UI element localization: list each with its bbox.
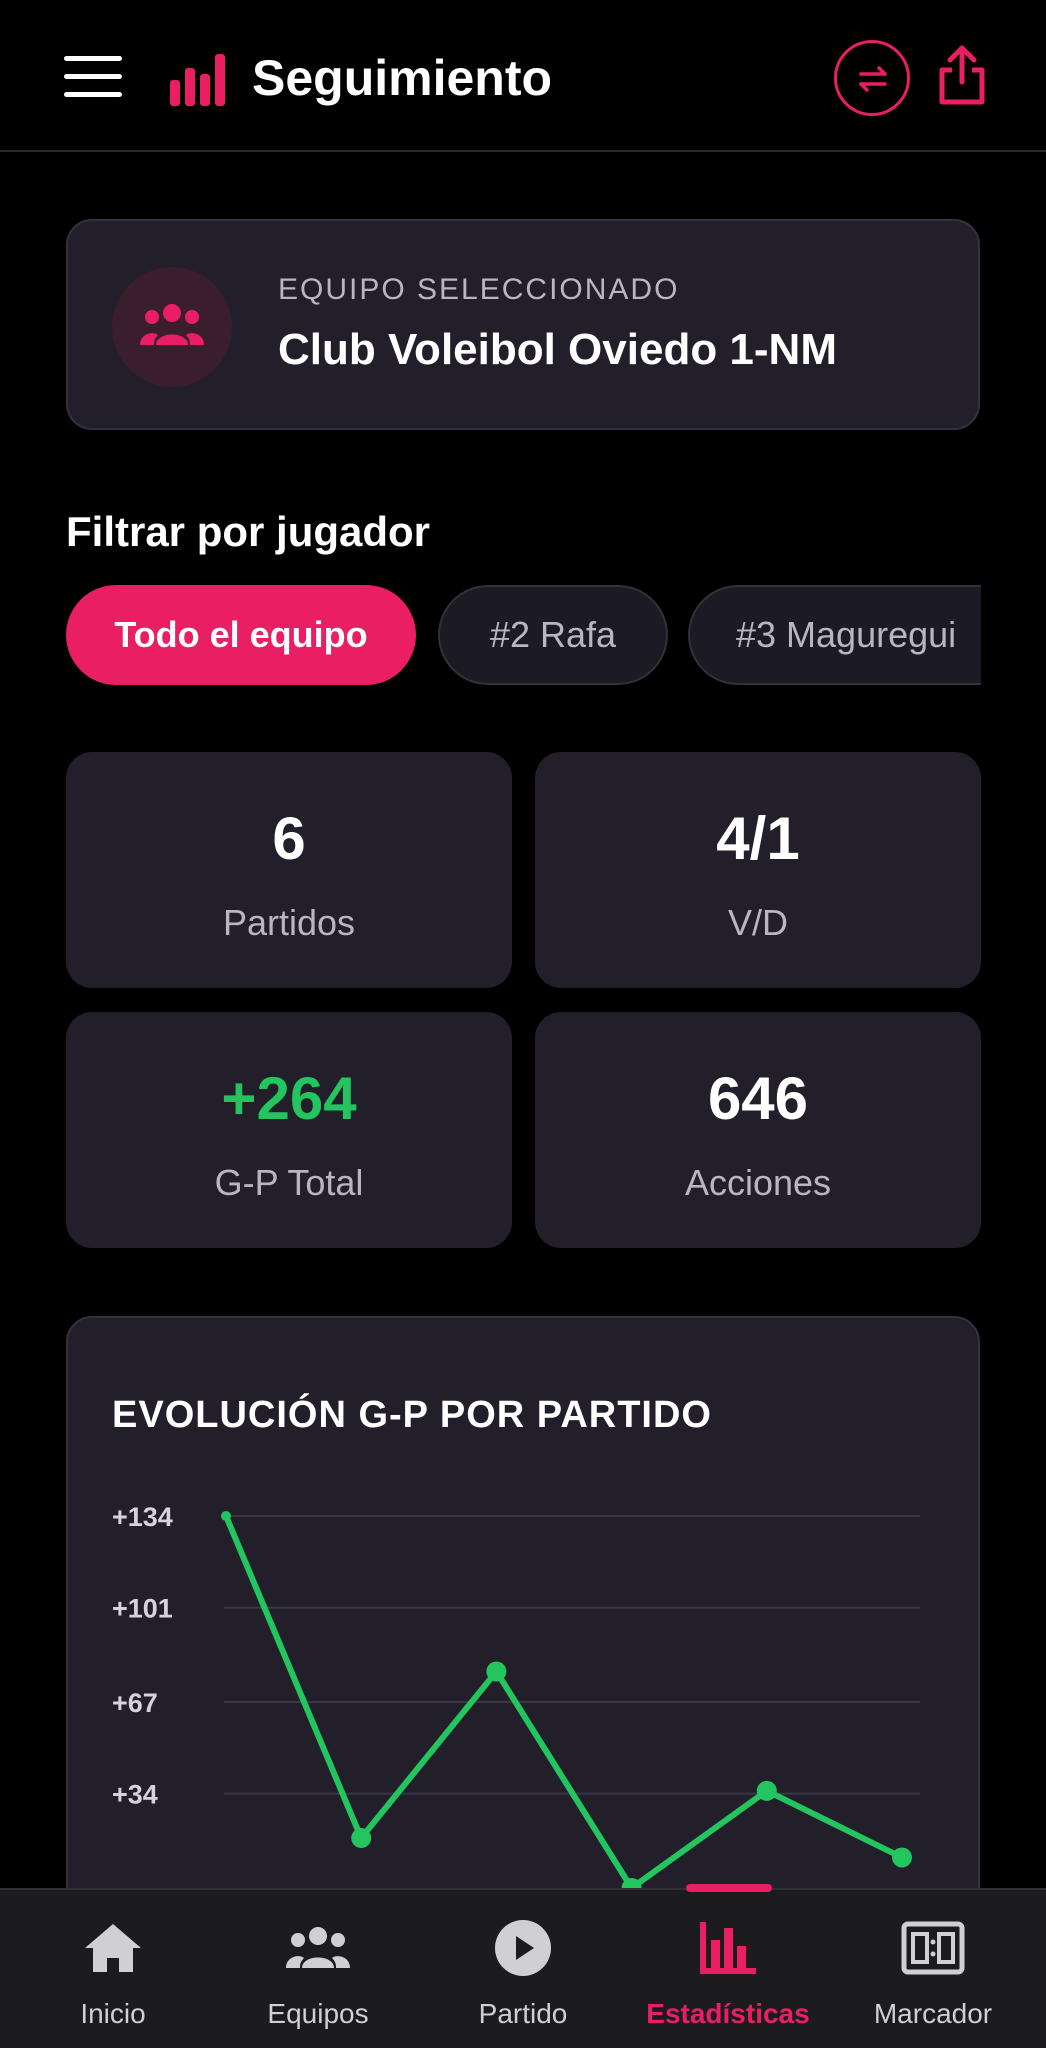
chip-player-3[interactable]: #3 Maguregui <box>688 585 981 685</box>
stat-label: G-P Total <box>214 1162 364 1203</box>
stat-value: 646 <box>707 1065 809 1132</box>
data-point[interactable] <box>351 1828 372 1849</box>
bar-chart-icon <box>170 54 225 106</box>
data-point[interactable] <box>221 1511 231 1521</box>
nav-label: Inicio <box>80 1998 146 2029</box>
nav-item-partido[interactable]: Partido <box>423 1890 623 2048</box>
stat-label: Partidos <box>222 902 356 943</box>
player-filter-chips: Todo el equipo #2 Rafa #3 Maguregui <box>66 585 981 685</box>
filter-title: Filtrar por jugador <box>66 508 431 555</box>
y-tick-label: +34 <box>112 1780 158 1810</box>
y-tick-label: +101 <box>112 1594 173 1624</box>
team-avatar <box>112 267 232 387</box>
swap-button[interactable] <box>834 40 910 116</box>
scoreboard-icon <box>901 1921 965 1975</box>
team-name: Club Voleibol Oviedo 1-NM <box>278 325 837 374</box>
stat-value: 4/1 <box>716 805 800 872</box>
menu-icon[interactable] <box>64 56 122 97</box>
stat-label: Acciones <box>684 1162 832 1203</box>
stat-value: +264 <box>221 1065 357 1132</box>
nav-label: Estadísticas <box>646 1998 810 2029</box>
stat-card-vd: 4/1 V/D <box>535 752 981 988</box>
nav-label: Equipos <box>267 1998 369 2029</box>
group-icon <box>140 304 204 345</box>
data-point[interactable] <box>892 1847 912 1868</box>
data-point[interactable] <box>756 1780 777 1801</box>
nav-item-equipos[interactable]: Equipos <box>218 1890 418 2048</box>
stat-card-acciones: 646 Acciones <box>535 1012 981 1248</box>
stat-label: V/D <box>727 902 788 943</box>
home-icon <box>85 1924 141 1972</box>
app-header: Seguimiento <box>0 0 1046 152</box>
gp-evolution-chart-card: EVOLUCIÓN G-P POR PARTIDO +134 +101 +67 +34 <box>66 1316 980 1956</box>
swap-icon <box>859 66 887 92</box>
play-icon <box>495 1920 551 1976</box>
nav-item-inicio[interactable]: Inicio <box>0 1890 226 2048</box>
bottom-navigation: Inicio Equipos Partido Estadísticas Marc… <box>0 1884 1046 2048</box>
selected-team-card[interactable]: EQUIPO SELECCIONADO Club Voleibol Oviedo… <box>66 219 980 430</box>
bar-chart-icon <box>700 1922 756 1974</box>
stat-value: 6 <box>272 805 306 872</box>
nav-item-estadisticas[interactable]: Estadísticas <box>628 1890 828 2048</box>
data-point[interactable] <box>486 1661 507 1682</box>
share-icon[interactable] <box>936 44 988 106</box>
nav-item-marcador[interactable]: Marcador <box>833 1890 1033 2048</box>
y-tick-label: +134 <box>112 1502 173 1532</box>
group-icon <box>286 1927 350 1968</box>
nav-label: Partido <box>478 1998 568 2029</box>
stat-card-gp-total: +264 G-P Total <box>66 1012 512 1248</box>
chip-player-2[interactable]: #2 Rafa <box>438 585 668 685</box>
page-title: Seguimiento <box>252 50 553 106</box>
nav-label: Marcador <box>873 1998 993 2029</box>
gp-line-chart: +134 +101 +67 +34 <box>112 1502 920 1898</box>
team-caption: EQUIPO SELECCIONADO <box>278 273 680 306</box>
y-tick-label: +67 <box>112 1688 158 1718</box>
stat-card-partidos: 6 Partidos <box>66 752 512 988</box>
chip-todo-el-equipo[interactable]: Todo el equipo <box>66 585 416 685</box>
